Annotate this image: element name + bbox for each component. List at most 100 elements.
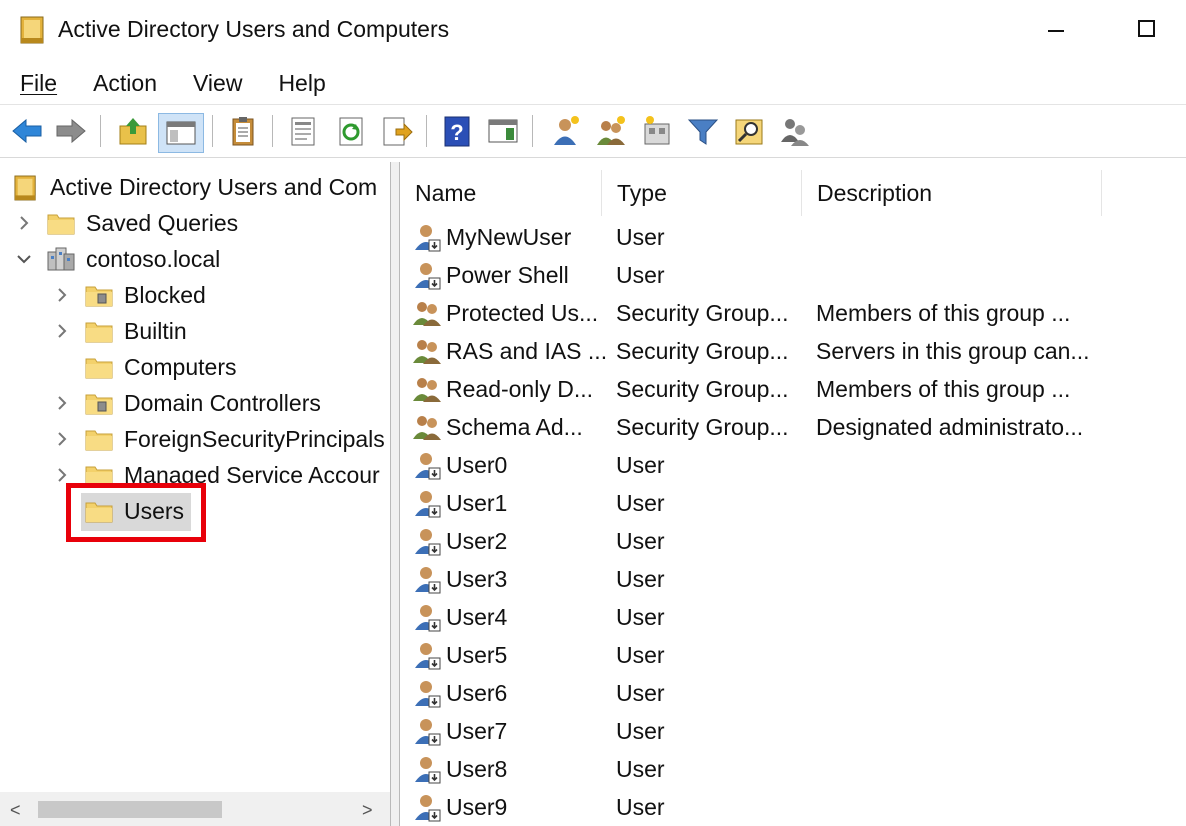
scrollbar-thumb[interactable] bbox=[38, 801, 222, 818]
ad-console-icon bbox=[20, 16, 44, 44]
chevron-down-icon[interactable] bbox=[14, 249, 34, 269]
item-description bbox=[816, 560, 1106, 598]
item-name: User2 bbox=[446, 527, 508, 554]
filter-icon[interactable] bbox=[686, 114, 720, 148]
new-group-icon[interactable] bbox=[594, 114, 628, 148]
list-item[interactable]: RAS and IAS ... Security Group... Servers … bbox=[400, 332, 1186, 370]
chevron-right-icon[interactable] bbox=[52, 465, 72, 485]
item-description bbox=[816, 598, 1106, 636]
show-console-tree-icon[interactable] bbox=[158, 113, 204, 153]
list-item[interactable]: Schema Ad... Security Group... Designated … bbox=[400, 408, 1186, 446]
item-name: User9 bbox=[446, 793, 508, 820]
item-description bbox=[816, 674, 1106, 712]
list-item[interactable]: User5 User bbox=[400, 636, 1186, 674]
pane-splitter[interactable] bbox=[391, 162, 399, 826]
maximize-icon[interactable] bbox=[1124, 8, 1170, 52]
list-item[interactable]: User2 User bbox=[400, 522, 1186, 560]
back-icon[interactable] bbox=[10, 114, 44, 148]
list-item[interactable]: User1 User bbox=[400, 484, 1186, 522]
item-type: Security Group... bbox=[616, 414, 789, 440]
cell-name: User3 bbox=[412, 560, 607, 598]
scroll-left-icon[interactable]: < bbox=[10, 800, 21, 821]
item-type: Security Group... bbox=[616, 376, 789, 402]
column-header-name[interactable]: Name bbox=[400, 170, 602, 216]
menu-file[interactable]: File bbox=[0, 64, 73, 102]
ad-console-icon bbox=[14, 174, 40, 201]
item-type: User bbox=[616, 680, 665, 706]
tree-item-blocked[interactable]: Blocked bbox=[52, 278, 206, 312]
horizontal-scrollbar[interactable]: < > bbox=[0, 792, 390, 826]
tree-item-saved-queries[interactable]: Saved Queries bbox=[14, 206, 238, 240]
toolbar: ? bbox=[0, 104, 1186, 158]
tree-item-domain-controllers[interactable]: Domain Controllers bbox=[52, 386, 321, 420]
user-icon bbox=[412, 564, 442, 594]
export-list-icon[interactable] bbox=[380, 114, 414, 148]
tree-item-label: Computers bbox=[124, 353, 237, 380]
properties-icon[interactable] bbox=[286, 114, 320, 148]
list-item[interactable]: Protected Us... Security Group... Members … bbox=[400, 294, 1186, 332]
new-ou-icon[interactable] bbox=[640, 114, 674, 148]
list-item[interactable]: User7 User bbox=[400, 712, 1186, 750]
clipboard-icon[interactable] bbox=[226, 114, 260, 148]
menu-action[interactable]: Action bbox=[73, 64, 173, 102]
column-header-description[interactable]: Description bbox=[802, 170, 1102, 216]
cell-name: Schema Ad... bbox=[412, 408, 607, 446]
group-icon bbox=[412, 298, 442, 328]
list-item[interactable]: Read-only D... Security Group... Members o… bbox=[400, 370, 1186, 408]
chevron-right-icon[interactable] bbox=[52, 393, 72, 413]
list-item[interactable]: User4 User bbox=[400, 598, 1186, 636]
user-icon bbox=[412, 488, 442, 518]
up-folder-icon[interactable] bbox=[116, 114, 150, 148]
item-description: Members of this group ... bbox=[816, 376, 1071, 402]
list-item[interactable]: MyNewUser User bbox=[400, 218, 1186, 256]
list-item[interactable]: User3 User bbox=[400, 560, 1186, 598]
refresh-icon[interactable] bbox=[334, 114, 368, 148]
item-name: Protected Us... bbox=[446, 299, 599, 326]
find-icon[interactable] bbox=[732, 114, 766, 148]
item-description bbox=[816, 446, 1106, 484]
forward-icon[interactable] bbox=[54, 114, 88, 148]
item-description bbox=[816, 218, 1106, 256]
chevron-right-icon[interactable] bbox=[52, 321, 72, 341]
add-to-group-icon[interactable] bbox=[778, 114, 812, 148]
tree-item-foreign-security-principals[interactable]: ForeignSecurityPrincipals bbox=[52, 422, 385, 456]
item-type: User bbox=[616, 756, 665, 782]
cell-name: MyNewUser bbox=[412, 218, 607, 256]
user-icon bbox=[412, 526, 442, 556]
item-name: User1 bbox=[446, 489, 508, 516]
chevron-right-icon[interactable] bbox=[52, 429, 72, 449]
menu-view[interactable]: View bbox=[173, 64, 258, 102]
help-icon[interactable]: ? bbox=[440, 114, 474, 148]
folder-icon bbox=[84, 318, 114, 344]
list-item[interactable]: User6 User bbox=[400, 674, 1186, 712]
menu-help[interactable]: Help bbox=[258, 64, 341, 102]
list-item[interactable]: Power Shell User bbox=[400, 256, 1186, 294]
item-name: User0 bbox=[446, 451, 508, 478]
list-item[interactable]: User9 User bbox=[400, 788, 1186, 826]
group-icon bbox=[412, 336, 442, 366]
list-item[interactable]: User0 User bbox=[400, 446, 1186, 484]
list-item[interactable]: User8 User bbox=[400, 750, 1186, 788]
new-user-icon[interactable] bbox=[548, 114, 582, 148]
item-type: User bbox=[616, 224, 665, 250]
item-description: Designated administrato... bbox=[816, 414, 1084, 440]
user-icon bbox=[412, 450, 442, 480]
item-type: Security Group... bbox=[616, 300, 789, 326]
details-list: Name Type Description MyNewUser User Power… bbox=[399, 162, 1186, 826]
tree-root[interactable]: Active Directory Users and Com bbox=[14, 170, 377, 204]
chevron-right-icon[interactable] bbox=[14, 213, 34, 233]
tree-item-builtin[interactable]: Builtin bbox=[52, 314, 187, 348]
group-icon bbox=[412, 374, 442, 404]
user-icon bbox=[412, 792, 442, 822]
item-name: User7 bbox=[446, 717, 508, 744]
tree-item-contoso-local[interactable]: contoso.local bbox=[14, 242, 220, 276]
tree-root-label: Active Directory Users and Com bbox=[50, 173, 378, 200]
item-type: User bbox=[616, 262, 665, 288]
tree-item-computers[interactable]: Computers bbox=[52, 350, 236, 384]
column-header-type[interactable]: Type bbox=[602, 170, 802, 216]
chevron-right-icon[interactable] bbox=[52, 285, 72, 305]
minimize-icon[interactable] bbox=[1034, 8, 1080, 52]
scroll-right-icon[interactable]: > bbox=[362, 800, 373, 821]
item-description bbox=[816, 712, 1106, 750]
show-action-pane-icon[interactable] bbox=[486, 114, 520, 148]
